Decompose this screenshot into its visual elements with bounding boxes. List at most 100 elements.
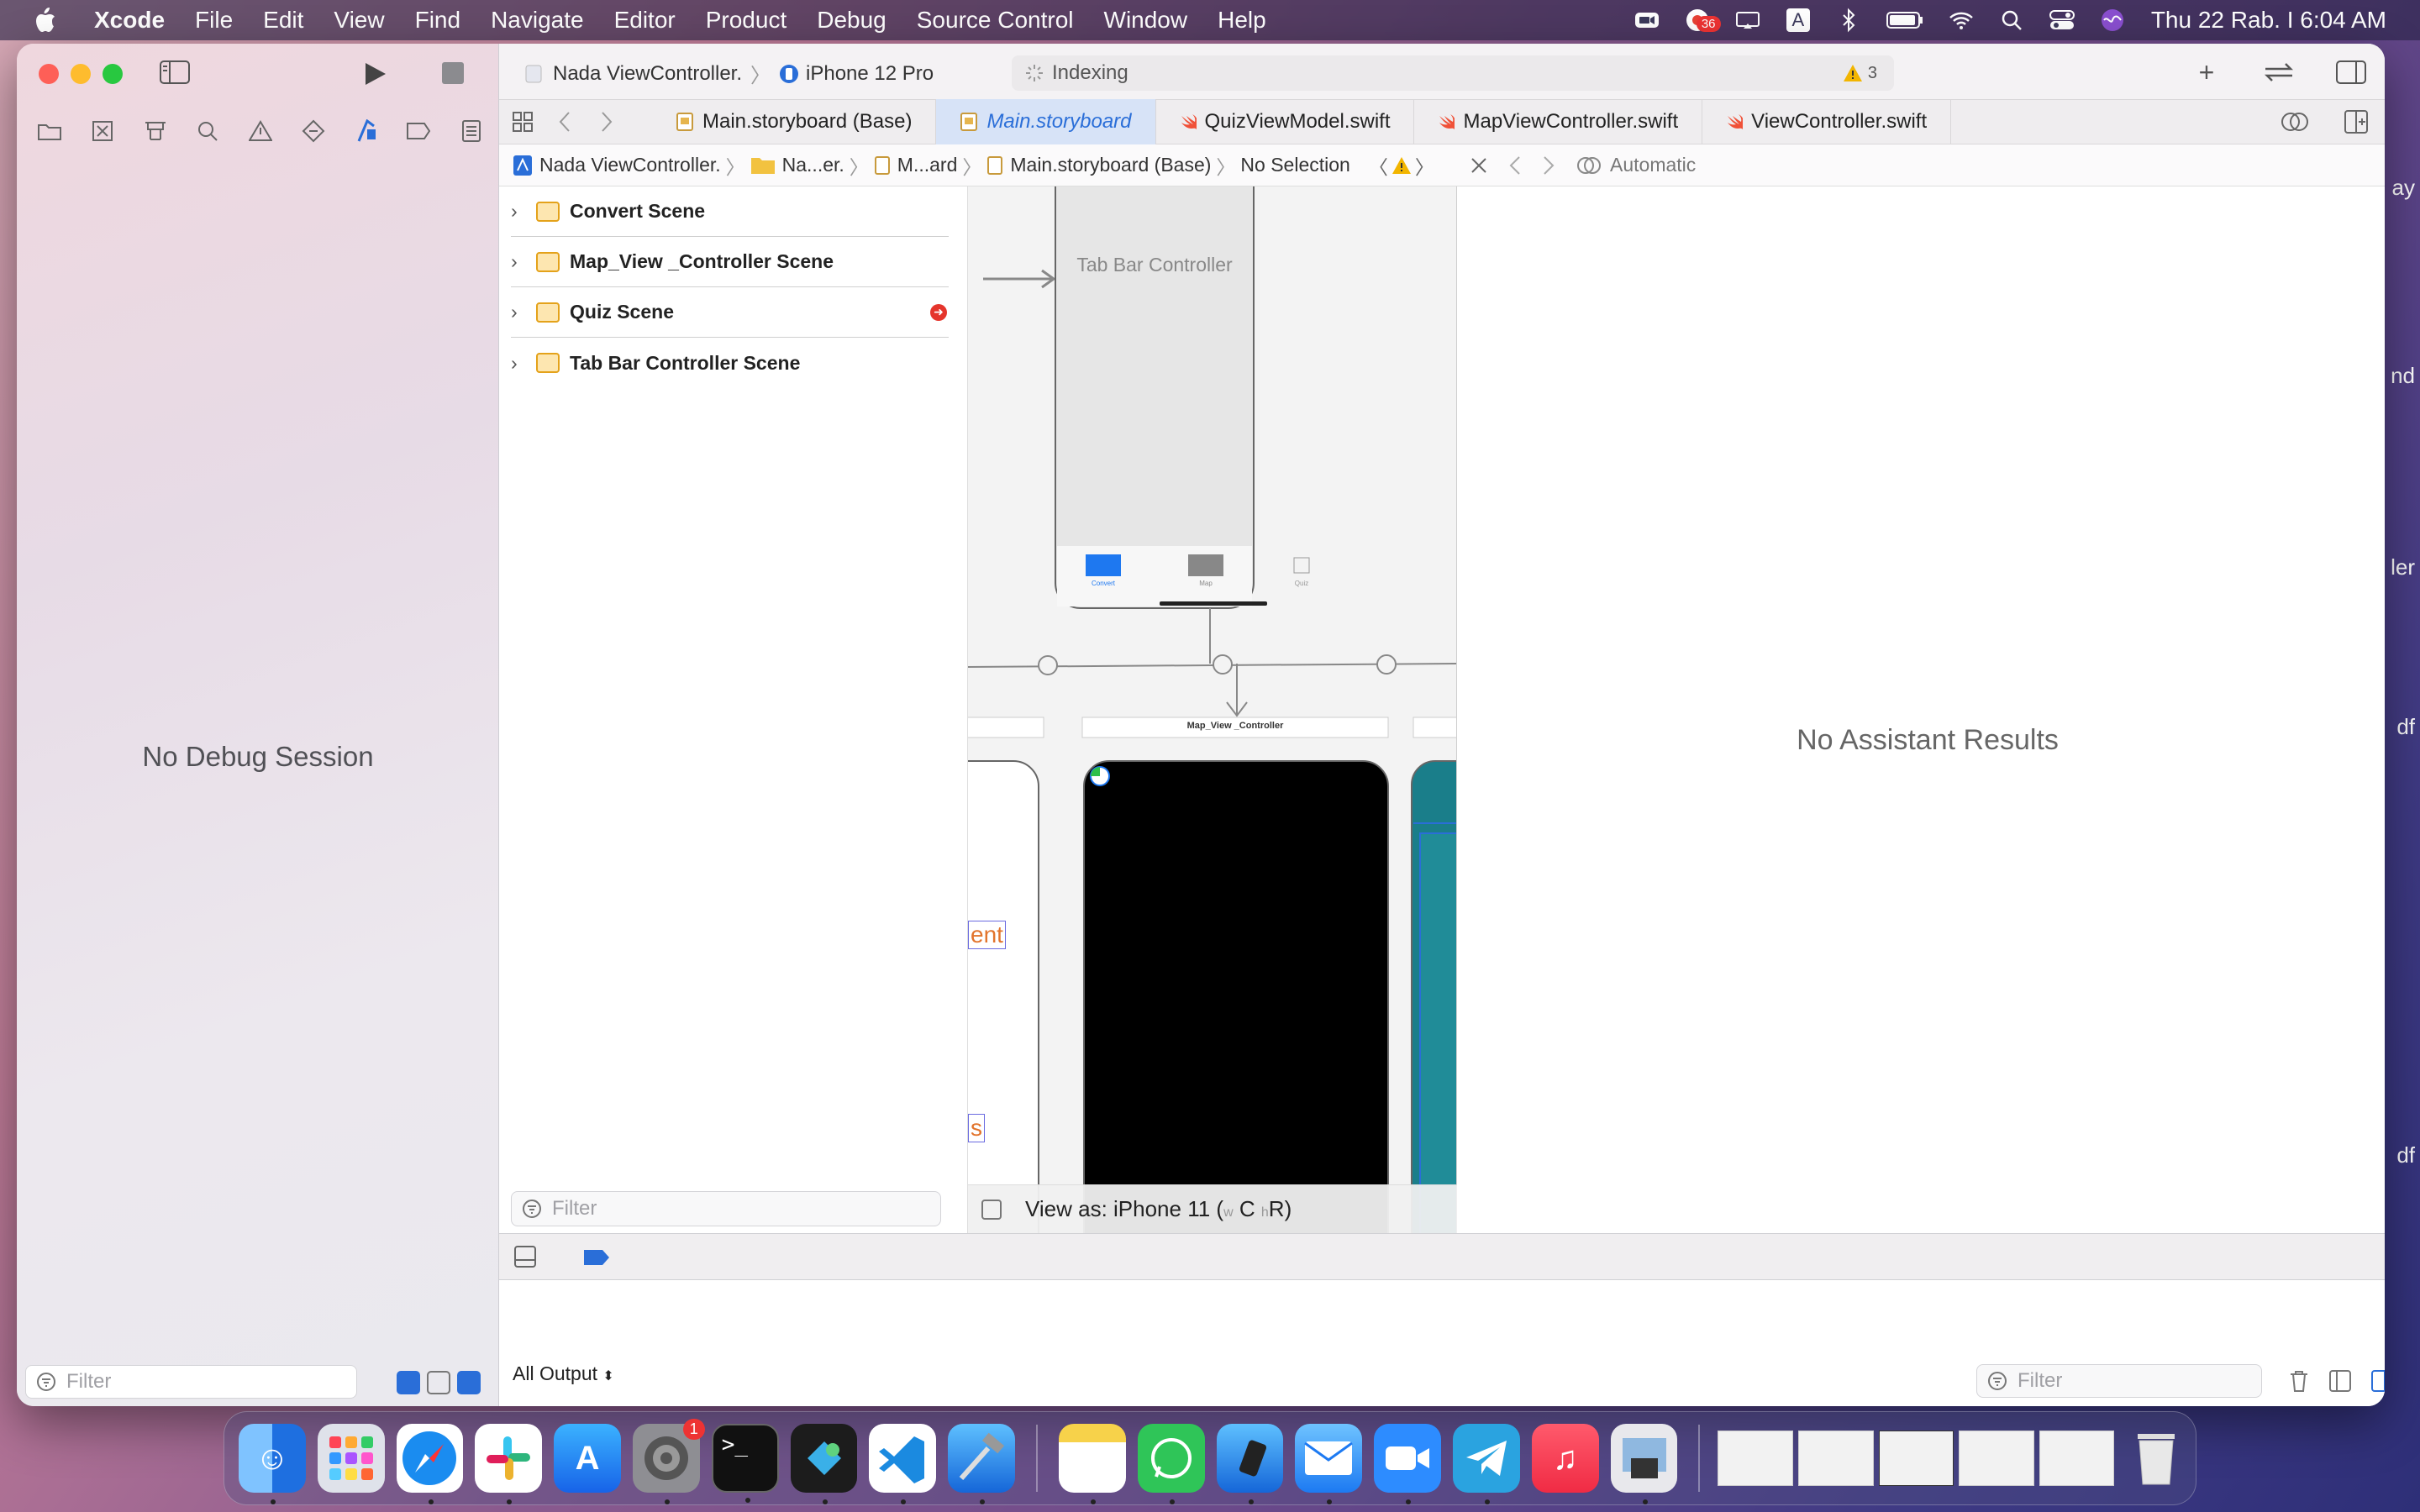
menu-source-control[interactable]: Source Control	[917, 7, 1074, 34]
outline-scene-quiz[interactable]: › Quiz Scene ➜	[511, 287, 949, 338]
folder-icon[interactable]	[37, 118, 62, 144]
menu-window[interactable]: Window	[1104, 7, 1188, 34]
outline-scene-tab-bar-controller[interactable]: › Tab Bar Controller Scene	[511, 338, 949, 388]
dock-finder[interactable]: ☺	[239, 1424, 306, 1504]
show-variables-icon[interactable]	[397, 1371, 420, 1394]
dock-minimized-window[interactable]	[1878, 1431, 1954, 1486]
menu-help[interactable]: Help	[1218, 7, 1266, 34]
dock-music[interactable]: ♫	[1531, 1424, 1599, 1493]
dock-xcode[interactable]	[948, 1424, 1016, 1504]
dock-vscode[interactable]	[869, 1424, 937, 1504]
tab-main-storyboard-base[interactable]: Main.storyboard (Base)	[652, 99, 937, 144]
debug-navigator-icon[interactable]	[354, 118, 379, 144]
hide-outline-icon[interactable]	[981, 1199, 1002, 1220]
zoom-tray-icon[interactable]	[1634, 8, 1660, 33]
dock-minimized-window[interactable]	[2039, 1431, 2115, 1486]
battery-icon[interactable]	[1886, 8, 1923, 33]
dock-notes[interactable]	[1059, 1424, 1126, 1504]
screen-mirror-icon[interactable]	[1735, 8, 1760, 33]
close-assistant-icon[interactable]	[1470, 157, 1487, 174]
tab-item-map[interactable]: Map	[1186, 580, 1225, 587]
output-selector[interactable]: All Output ⬍	[513, 1362, 614, 1385]
error-indicator-icon[interactable]: ➜	[930, 303, 947, 321]
tab-quizviewmodel-swift[interactable]: QuizViewModel.swift	[1156, 99, 1415, 144]
menubar-clock[interactable]: Thu 22 Rab. I 6:04 AM	[2151, 7, 2386, 34]
convert-partial-label[interactable]: ent	[968, 921, 1006, 949]
close-window-button[interactable]	[39, 64, 59, 84]
storyboard-canvas[interactable]: Tab Bar Controller Convert Map Quiz Map_…	[968, 186, 1457, 1233]
back-arrow-icon[interactable]	[1509, 155, 1521, 176]
menu-file[interactable]: File	[195, 7, 233, 34]
keyboard-input-icon[interactable]: A	[1786, 8, 1811, 33]
dock-minimized-window[interactable]	[1959, 1431, 2034, 1486]
dock-xcode-helper[interactable]	[790, 1424, 858, 1504]
bluetooth-icon[interactable]	[1836, 8, 1861, 33]
dock-safari[interactable]	[396, 1424, 464, 1504]
test-navigator-icon[interactable]	[301, 118, 326, 144]
inspector-toggle-icon[interactable]	[2334, 57, 2368, 87]
view-as-device[interactable]: View as: iPhone 11 (w C hR)	[1025, 1196, 1292, 1222]
show-variables-view-icon[interactable]	[2329, 1370, 2351, 1392]
minimize-window-button[interactable]	[71, 64, 91, 84]
tab-mapviewcontroller-swift[interactable]: MapViewController.swift	[1414, 99, 1703, 144]
dock-telegram[interactable]	[1453, 1424, 1520, 1504]
dock-system-preferences[interactable]: 1	[632, 1419, 705, 1504]
stop-button[interactable]	[442, 62, 464, 84]
debug-filter-input[interactable]: Filter	[25, 1365, 357, 1399]
find-navigator-icon[interactable]	[195, 118, 220, 144]
run-button[interactable]	[360, 59, 390, 89]
spotlight-search-icon[interactable]	[1999, 8, 2024, 33]
breakpoint-navigator-icon[interactable]	[406, 118, 431, 144]
assistant-mode-selector[interactable]: Automatic	[1576, 154, 1718, 177]
menu-navigate[interactable]: Navigate	[491, 7, 584, 34]
dock-minimized-window[interactable]	[1797, 1431, 1874, 1486]
add-library-icon[interactable]: +	[2190, 57, 2223, 87]
menu-view[interactable]: View	[334, 7, 384, 34]
related-items-icon[interactable]	[511, 110, 534, 134]
run-destination[interactable]: iPhone 12 Pro	[806, 62, 934, 86]
breadcrumb-storyboard-base[interactable]: Main.storyboard (Base)	[986, 154, 1211, 176]
breadcrumb-folder[interactable]: Na...er.	[750, 154, 844, 176]
disclosure-chevron-icon[interactable]: ›	[511, 301, 529, 323]
dock-app-store[interactable]: A	[554, 1424, 621, 1493]
hide-debug-area-icon[interactable]	[514, 1246, 536, 1268]
breadcrumb-selection[interactable]: No Selection	[1240, 154, 1349, 176]
zoom-window-button[interactable]	[103, 64, 123, 84]
outline-filter-input[interactable]: Filter	[511, 1191, 941, 1226]
disclosure-chevron-icon[interactable]: ›	[511, 200, 529, 223]
show-console-view-icon[interactable]	[2371, 1370, 2385, 1392]
wifi-icon[interactable]	[1949, 8, 1974, 33]
convert-partial-label-2[interactable]: s	[968, 1114, 985, 1142]
breadcrumb-storyboard[interactable]: M...ard	[874, 154, 957, 176]
previous-issue-icon[interactable]: 〈	[1369, 151, 1388, 180]
sidebar-toggle-icon[interactable]	[160, 60, 190, 84]
issue-navigator-icon[interactable]	[248, 118, 273, 144]
menu-edit[interactable]: Edit	[263, 7, 303, 34]
dock-trash[interactable]	[2123, 1424, 2190, 1493]
menu-find[interactable]: Find	[415, 7, 460, 34]
symbol-navigator-icon[interactable]	[143, 118, 168, 144]
outline-scene-convert[interactable]: › Convert Scene	[511, 186, 949, 237]
dock-simulator[interactable]	[1216, 1424, 1284, 1504]
menu-product[interactable]: Product	[706, 7, 787, 34]
next-issue-icon[interactable]: 〉	[1415, 151, 1434, 180]
disclosure-chevron-icon[interactable]: ›	[511, 250, 529, 273]
trash-icon[interactable]	[2289, 1369, 2309, 1393]
adjust-editor-options-icon[interactable]	[2281, 110, 2309, 138]
forward-arrow-icon[interactable]	[1543, 155, 1555, 176]
breakpoints-toggle-icon[interactable]	[583, 1249, 610, 1266]
menu-editor[interactable]: Editor	[614, 7, 676, 34]
dock-whatsapp[interactable]	[1137, 1424, 1205, 1504]
dock-terminal[interactable]: >_	[711, 1424, 779, 1503]
scheme-name[interactable]: Nada ViewController.	[553, 62, 742, 86]
tab-item-quiz[interactable]: Quiz	[1282, 580, 1321, 587]
dock-mail[interactable]	[1295, 1424, 1363, 1504]
warning-indicator[interactable]: 3	[1843, 64, 1877, 83]
apple-icon[interactable]	[32, 6, 66, 34]
tab-item-convert[interactable]: Convert	[1084, 580, 1123, 587]
tab-bar-controller-scene[interactable]	[1055, 186, 1310, 609]
chrome-tray-icon[interactable]: 36	[1685, 8, 1721, 33]
control-center-icon[interactable]	[2049, 8, 2075, 33]
scheme-selector[interactable]: Nada ViewController. 〉 iPhone 12 Pro	[524, 59, 934, 88]
menu-debug[interactable]: Debug	[817, 7, 886, 34]
